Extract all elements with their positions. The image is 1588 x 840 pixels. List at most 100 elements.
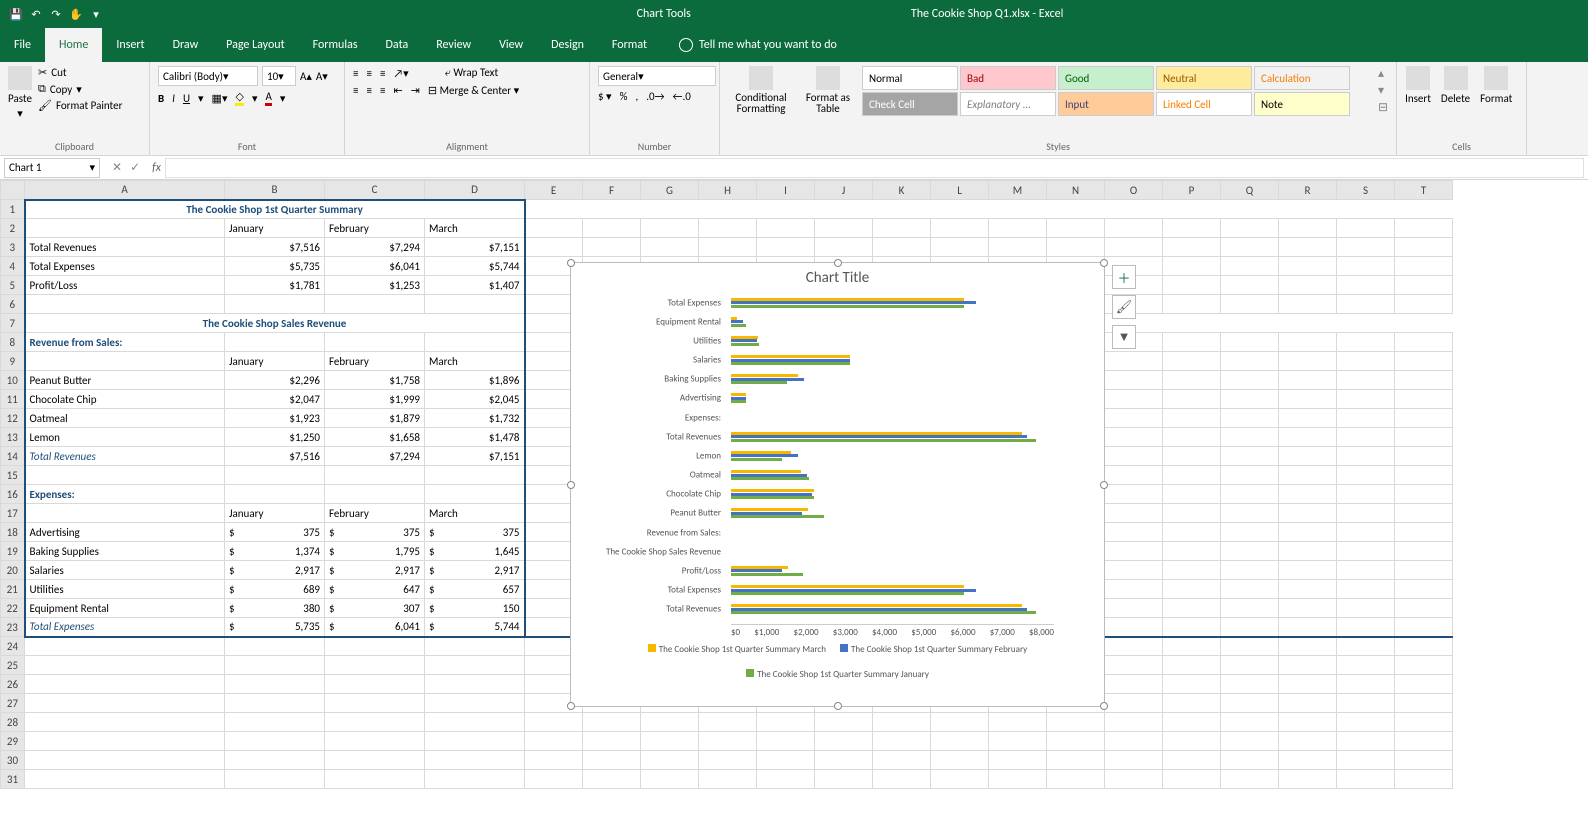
- cell-Q12[interactable]: [1221, 409, 1279, 428]
- cell-I2[interactable]: [757, 219, 815, 238]
- cell-A18[interactable]: Advertising: [25, 523, 225, 542]
- cell-D9[interactable]: March: [425, 352, 525, 371]
- cell-C28[interactable]: [325, 713, 425, 732]
- cell-O10[interactable]: [1105, 371, 1163, 390]
- cell-L28[interactable]: [931, 713, 989, 732]
- cell-I30[interactable]: [757, 751, 815, 770]
- row-header-6[interactable]: 6: [1, 295, 25, 314]
- row-header-4[interactable]: 4: [1, 257, 25, 276]
- cell-A25[interactable]: [25, 656, 225, 675]
- cell-S21[interactable]: [1337, 580, 1395, 599]
- cell-C3[interactable]: $7,294: [325, 238, 425, 257]
- cell-B6[interactable]: [225, 295, 325, 314]
- align-left-icon[interactable]: ≡: [353, 84, 358, 97]
- cell-S10[interactable]: [1337, 371, 1395, 390]
- cell-R6[interactable]: [1279, 295, 1337, 314]
- cell-Q16[interactable]: [1221, 485, 1279, 504]
- column-header-O[interactable]: O: [1105, 181, 1163, 200]
- row-header-17[interactable]: 17: [1, 504, 25, 523]
- row-header-23[interactable]: 23: [1, 618, 25, 637]
- cell-O27[interactable]: [1105, 694, 1163, 713]
- cell-J31[interactable]: [815, 770, 873, 789]
- cell-B2[interactable]: January: [225, 219, 325, 238]
- row-header-9[interactable]: 9: [1, 352, 25, 371]
- cell-style-neutral[interactable]: Neutral: [1156, 66, 1252, 90]
- cell-A22[interactable]: Equipment Rental: [25, 599, 225, 618]
- cell-A8[interactable]: Revenue from Sales:: [25, 333, 225, 352]
- cell-I31[interactable]: [757, 770, 815, 789]
- cell-T23[interactable]: [1395, 618, 1453, 637]
- cell-R11[interactable]: [1279, 390, 1337, 409]
- cell-O22[interactable]: [1105, 599, 1163, 618]
- cell-C25[interactable]: [325, 656, 425, 675]
- cell-D28[interactable]: [425, 713, 525, 732]
- cell-Q10[interactable]: [1221, 371, 1279, 390]
- cell-A14[interactable]: Total Revenues: [25, 447, 225, 466]
- cell-P18[interactable]: [1163, 523, 1221, 542]
- cut-button[interactable]: ✂Cut: [38, 66, 122, 79]
- row-header-15[interactable]: 15: [1, 466, 25, 485]
- column-header-P[interactable]: P: [1163, 181, 1221, 200]
- cell-Q28[interactable]: [1221, 713, 1279, 732]
- cell-D16[interactable]: [425, 485, 525, 504]
- align-middle-icon[interactable]: ≡: [366, 67, 371, 80]
- cell-Q26[interactable]: [1221, 675, 1279, 694]
- cell-B8[interactable]: [225, 333, 325, 352]
- column-header-B[interactable]: B: [225, 181, 325, 200]
- cell-P13[interactable]: [1163, 428, 1221, 447]
- cell-O24[interactable]: [1105, 637, 1163, 656]
- cell-A29[interactable]: [25, 732, 225, 751]
- cell-Q29[interactable]: [1221, 732, 1279, 751]
- fill-color-button[interactable]: ◇: [235, 90, 243, 106]
- cell-D20[interactable]: $2,917: [425, 561, 525, 580]
- cell-Q24[interactable]: [1221, 637, 1279, 656]
- cell-O9[interactable]: [1105, 352, 1163, 371]
- column-header-H[interactable]: H: [699, 181, 757, 200]
- select-all-cell[interactable]: [1, 181, 25, 200]
- increase-indent-icon[interactable]: ⇥: [411, 84, 420, 97]
- cell-K31[interactable]: [873, 770, 931, 789]
- cell-T22[interactable]: [1395, 599, 1453, 618]
- cell-H29[interactable]: [699, 732, 757, 751]
- row-header-10[interactable]: 10: [1, 371, 25, 390]
- cell-T4[interactable]: [1395, 257, 1453, 276]
- cell-A15[interactable]: [25, 466, 225, 485]
- cell-T10[interactable]: [1395, 371, 1453, 390]
- cell-P9[interactable]: [1163, 352, 1221, 371]
- cell-D17[interactable]: March: [425, 504, 525, 523]
- cell-N31[interactable]: [1047, 770, 1105, 789]
- cell-T31[interactable]: [1395, 770, 1453, 789]
- cell-Q25[interactable]: [1221, 656, 1279, 675]
- tab-view[interactable]: View: [485, 28, 537, 62]
- cell-T25[interactable]: [1395, 656, 1453, 675]
- cell-M30[interactable]: [989, 751, 1047, 770]
- bold-button[interactable]: B: [158, 92, 164, 105]
- cell-S6[interactable]: [1337, 295, 1395, 314]
- cell-B31[interactable]: [225, 770, 325, 789]
- cell-F29[interactable]: [583, 732, 641, 751]
- cell-S19[interactable]: [1337, 542, 1395, 561]
- cell-L2[interactable]: [931, 219, 989, 238]
- row-header-11[interactable]: 11: [1, 390, 25, 409]
- cell-P15[interactable]: [1163, 466, 1221, 485]
- cell-D25[interactable]: [425, 656, 525, 675]
- cell-N3[interactable]: [1047, 238, 1105, 257]
- chart-bar[interactable]: [731, 362, 850, 365]
- cell-B21[interactable]: $689: [225, 580, 325, 599]
- cell-D4[interactable]: $5,744: [425, 257, 525, 276]
- cell-O25[interactable]: [1105, 656, 1163, 675]
- cell-P4[interactable]: [1163, 257, 1221, 276]
- row-header-18[interactable]: 18: [1, 523, 25, 542]
- cell-P27[interactable]: [1163, 694, 1221, 713]
- cell-A1[interactable]: The Cookie Shop 1st Quarter Summary: [25, 200, 525, 219]
- cell-style-linkedcell[interactable]: Linked Cell: [1156, 92, 1252, 116]
- cell-S29[interactable]: [1337, 732, 1395, 751]
- font-name-select[interactable]: Calibri (Body) ▾: [158, 66, 258, 86]
- cell-S28[interactable]: [1337, 713, 1395, 732]
- cell-Q4[interactable]: [1221, 257, 1279, 276]
- cell-K28[interactable]: [873, 713, 931, 732]
- cell-D8[interactable]: [425, 333, 525, 352]
- column-header-N[interactable]: N: [1047, 181, 1105, 200]
- cell-B19[interactable]: $1,374: [225, 542, 325, 561]
- tab-draw[interactable]: Draw: [159, 28, 213, 62]
